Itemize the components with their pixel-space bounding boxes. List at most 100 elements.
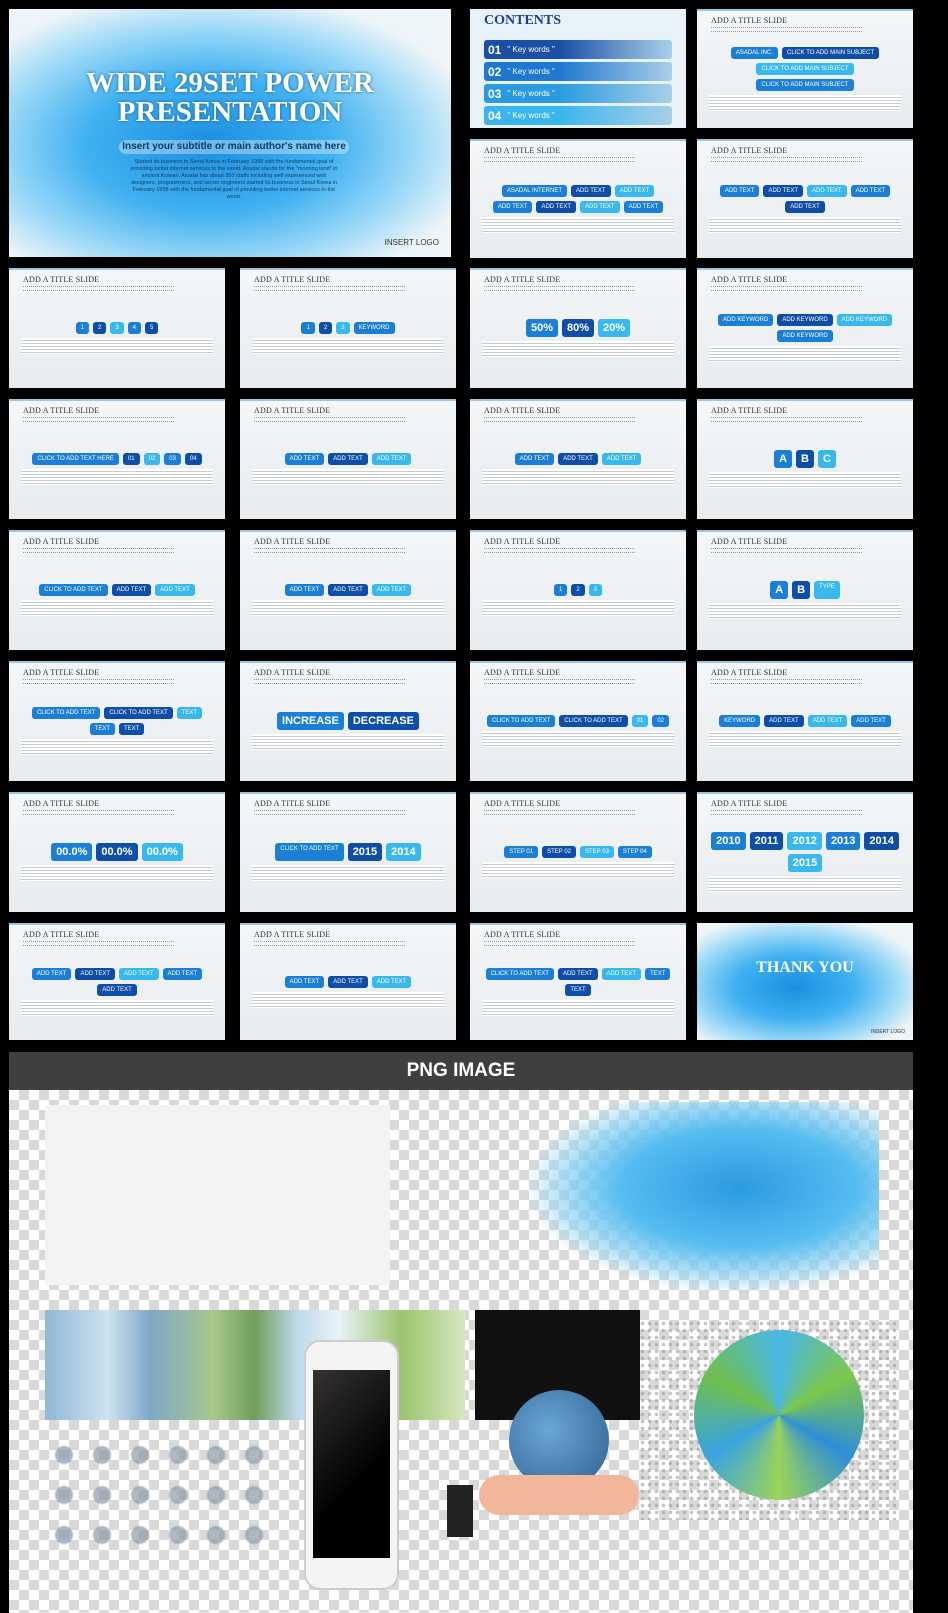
slide-thumbnail[interactable]: ADD A TITLE SLIDE ADD TEXT ADD TEXT ADD TEX… — [240, 530, 456, 650]
slide-label: 04 — [184, 453, 202, 465]
slide-title: ADD A TITLE SLIDE — [711, 275, 788, 284]
slide-label: ADD TEXT — [371, 975, 412, 988]
slide-thumbnail[interactable]: ADD A TITLE SLIDE 1 2 3 — [470, 530, 686, 650]
slide-label: CLICK TO ADD TEXT — [485, 967, 554, 980]
slide-thumbnail[interactable]: ADD A TITLE SLIDE STEP 01 STEP 02 STEP 03 ST… — [470, 792, 686, 912]
placeholder-text-lines — [21, 999, 213, 1016]
slide-label: INCREASE — [277, 712, 344, 730]
placeholder-text-lines — [709, 346, 901, 362]
slide-label: ADD KEYWORD — [717, 314, 774, 326]
slide-subtitle-lines — [254, 810, 406, 815]
slide-thumbnail[interactable]: ADD A TITLE SLIDE CLICK TO ADD TEXT ADD TE… — [9, 530, 225, 650]
contents-slide-thumbnail[interactable]: CONTENTS 01 " Key words " 02 " Key words " 0… — [470, 9, 686, 128]
slide-thumbnail[interactable]: ADD A TITLE SLIDE ASADAL INC. CLICK TO ADD… — [697, 9, 913, 128]
slide-thumbnail[interactable]: ADD A TITLE SLIDE CLICK TO ADD TEXT CLICK … — [470, 661, 686, 781]
placeholder-text-lines — [482, 862, 674, 878]
slide-thumbnail[interactable]: ADD A TITLE SLIDE 1 2 3 KEYWORD — [240, 268, 456, 388]
slide-subtitle-lines — [711, 27, 863, 32]
slide-thumbnail[interactable]: ADD A TITLE SLIDE ADD TEXT ADD TEXT ADD TEX… — [240, 399, 456, 519]
placeholder-text-lines — [709, 216, 901, 233]
slide-thumbnail[interactable]: ADD A TITLE SLIDE CLICK TO ADD TEXT 2015 20… — [240, 792, 456, 912]
slide-title: ADD A TITLE SLIDE — [484, 275, 561, 284]
slide-body: CLICK TO ADD TEXT 2015 2014 — [252, 820, 444, 904]
slide-title: ADD A TITLE SLIDE — [711, 537, 788, 546]
slide-subtitle-lines — [23, 679, 175, 684]
slide-subtitle-lines — [484, 417, 636, 422]
slide-thumbnail[interactable]: ADD A TITLE SLIDE ADD TEXT ADD TEXT ADD TEX… — [697, 139, 913, 258]
slide-title: ADD A TITLE SLIDE — [254, 799, 331, 808]
slide-subtitle-lines — [711, 157, 863, 162]
contents-item[interactable]: 01 " Key words " — [484, 40, 672, 59]
slide-label: ADD TEXT — [623, 200, 664, 213]
slide-thumbnail[interactable]: ADD A TITLE SLIDE 00.0% 00.0% 00.0% — [9, 792, 225, 912]
slide-label: ADD TEXT — [111, 584, 152, 596]
slide-label: 2011 — [749, 832, 784, 850]
slide-thumbnail[interactable]: ADD A TITLE SLIDE INCREASE DECREASE — [240, 661, 456, 781]
slide-thumbnail[interactable]: ADD A TITLE SLIDE A B TYPE — [697, 530, 913, 650]
slide-thumbnail[interactable]: ADD A TITLE SLIDE ADD TEXT ADD TEXT ADD TEX… — [470, 399, 686, 519]
slide-body: 12345 — [21, 296, 213, 380]
slide-thumbnail[interactable]: ADD A TITLE SLIDE CLICK TO ADD TEXT CLICK … — [9, 661, 225, 781]
slide-label: CLICK TO ADD TEXT — [31, 707, 101, 719]
slide-label: 20% — [598, 319, 631, 337]
slide-label: 4 — [127, 322, 142, 334]
title-slide-thumbnail[interactable]: WIDE 29SET POWER PRESENTATION Insert you… — [9, 9, 451, 257]
slide-body: CLICK TO ADD TEXT HERE 01 02 03 04 — [21, 427, 213, 511]
slide-body: CLICK TO ADD TEXT CLICK TO ADD TEXT 01 02 — [482, 689, 674, 773]
slide-label: ADD KEYWORD — [777, 330, 833, 342]
slide-label: 50% — [525, 319, 558, 337]
slide-label: A — [774, 450, 793, 468]
slide-label: 2013 — [825, 832, 861, 850]
slide-subtitle-lines — [711, 810, 863, 815]
slide-label: CLICK TO ADD TEXT — [486, 715, 556, 727]
slide-body: 50% 80% 20% — [482, 296, 674, 380]
slide-subtitle-lines — [484, 548, 636, 553]
placeholder-text-lines — [482, 216, 674, 233]
contents-item-label: " Key words " — [507, 111, 555, 120]
slide-label: ADD TEXT — [785, 200, 825, 213]
slide-title: ADD A TITLE SLIDE — [254, 930, 331, 939]
contents-item[interactable]: 02 " Key words " — [484, 62, 672, 81]
slide-thumbnail[interactable]: ADD A TITLE SLIDE CLICK TO ADD TEXT HERE 0… — [9, 399, 225, 519]
contents-item-number: 03 — [488, 86, 502, 101]
slide-subtitle-lines — [484, 679, 636, 684]
placeholder-text-lines — [709, 603, 901, 619]
thank-you-title: THANK YOU — [756, 959, 854, 976]
slide-thumbnail[interactable]: ADD A TITLE SLIDE 50% 80% 20% — [470, 268, 686, 388]
slide-thumbnail[interactable]: ADD A TITLE SLIDE ADD TEXT ADD TEXT ADD TEX… — [9, 923, 225, 1040]
slide-label: TEXT — [176, 707, 203, 719]
slide-thumbnail[interactable]: ADD A TITLE SLIDE 1 2 3 4 5 — [9, 268, 225, 388]
slide-thumbnail[interactable]: ADD A TITLE SLIDE A B C — [697, 399, 913, 519]
thank-you-slide-thumbnail[interactable]: THANK YOU INSERT LOGO — [697, 923, 913, 1040]
placeholder-text-lines — [21, 469, 213, 485]
slide-label: TEXT — [645, 967, 671, 980]
slide-label: CLICK TO ADD MAIN SUBJECT — [756, 78, 854, 91]
slide-thumbnail[interactable]: ADD A TITLE SLIDE ADD TEXT ADD TEXT ADD TEX… — [240, 923, 456, 1040]
slide-label: TYPE — [814, 581, 840, 599]
contents-item[interactable]: 03 " Key words " — [484, 84, 672, 103]
slide-label: 02 — [143, 453, 161, 465]
slide-label: ADD TEXT — [764, 715, 804, 727]
slide-label: ADD TEXT — [601, 967, 642, 980]
slide-thumbnail[interactable]: ADD A TITLE SLIDE ASADAL INTERNET ADD TEXT… — [470, 139, 686, 258]
slide-thumbnail[interactable]: ADD A TITLE SLIDE KEYWORD ADD TEXT ADD TEXT… — [697, 661, 913, 781]
contents-item-label: " Key words " — [507, 89, 555, 98]
contents-item[interactable]: 04 " Key words " — [484, 106, 672, 125]
slide-label: CLICK TO ADD TEXT HERE — [32, 453, 119, 465]
slide-body: ASADAL INTERNET ADD TEXT ADD TEXT ADD TEXT A… — [482, 167, 674, 250]
slide-label: ADD TEXT — [328, 453, 368, 465]
slide-body: ADD TEXT ADD TEXT ADD TEXT — [252, 951, 444, 1032]
png-assets-area — [9, 1090, 913, 1613]
contents-item-number: 04 — [488, 108, 502, 123]
slide-label: CLICK TO ADD TEXT — [104, 707, 173, 719]
slide-subtitle-lines — [23, 548, 175, 553]
slide-thumbnail[interactable]: ADD A TITLE SLIDE 2010 2011 2012 2013 2014 201… — [697, 792, 913, 912]
slide-label: 3 — [336, 322, 350, 334]
slide-label: CLICK TO ADD TEXT — [275, 843, 344, 861]
title-slide-title: WIDE 29SET POWER PRESENTATION — [86, 67, 374, 128]
slide-body: CLICK TO ADD TEXT ADD TEXT ADD TEXT TEXT TEX… — [482, 951, 674, 1032]
slide-thumbnail[interactable]: ADD A TITLE SLIDE CLICK TO ADD TEXT ADD TE… — [470, 923, 686, 1040]
slide-thumbnail[interactable]: ADD A TITLE SLIDE ADD KEYWORD ADD KEYWORD A… — [697, 268, 913, 388]
slide-label: 2015 — [347, 843, 383, 861]
slide-subtitle-lines — [484, 941, 636, 946]
